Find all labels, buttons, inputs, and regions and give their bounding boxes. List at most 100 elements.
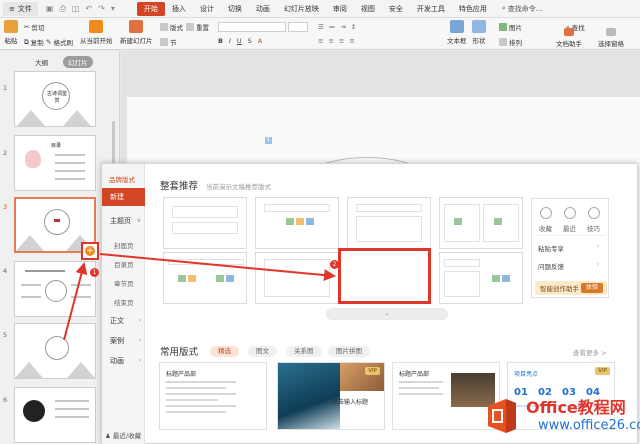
menu-bar: ≡ 文件 ▣ ⎙ ◫ ↶ ↷ ▾ 开始 插入 设计 切换 动画 幻灯片放映 审阅… bbox=[0, 0, 640, 18]
tab-outline[interactable]: 大纲 bbox=[30, 56, 53, 68]
from-current-button[interactable]: 从当前开始 bbox=[80, 20, 113, 45]
font-color-icon[interactable]: A bbox=[258, 37, 262, 45]
try-badge[interactable]: 体验 bbox=[580, 283, 603, 293]
tab-developer[interactable]: 开发工具 bbox=[410, 2, 452, 16]
sidebar-sub-end[interactable]: 结束页 bbox=[114, 297, 134, 307]
tab-animation[interactable]: 动画 bbox=[249, 2, 277, 16]
command-search[interactable]: ⌕ 查找命令... bbox=[502, 4, 543, 14]
shape-button[interactable]: 形状 bbox=[472, 20, 486, 45]
search-icon: ⌕ bbox=[501, 4, 506, 12]
save-icon[interactable]: ▣ bbox=[46, 4, 54, 14]
bold-icon[interactable]: B bbox=[218, 37, 223, 45]
step-badge-2: 2 bbox=[330, 260, 339, 269]
layout-template[interactable] bbox=[439, 197, 523, 249]
copy-button[interactable]: ⧉ 复制 bbox=[24, 37, 44, 48]
view-more-link[interactable]: 查看更多 > bbox=[573, 347, 607, 357]
layout-template[interactable] bbox=[255, 197, 339, 249]
reset-button[interactable]: 重置 bbox=[186, 22, 209, 32]
print-icon[interactable]: ⎙ bbox=[59, 4, 65, 14]
align-center-icon[interactable]: ≡ bbox=[328, 37, 333, 45]
slide-thumbnail-5[interactable] bbox=[14, 323, 96, 379]
tab-transition[interactable]: 切换 bbox=[221, 2, 249, 16]
tab-slides[interactable]: 幻灯片 bbox=[63, 56, 93, 68]
layout-card[interactable]: VIP 点击输入标题 bbox=[277, 362, 385, 430]
redo-icon[interactable]: ↷ bbox=[98, 4, 105, 14]
sidebar-item-theme[interactable]: 主题页 ∨ bbox=[102, 212, 145, 230]
section-button[interactable]: 节 bbox=[160, 37, 177, 47]
cut-button[interactable]: ✂ 剪切 bbox=[24, 22, 44, 32]
italic-icon[interactable]: I bbox=[229, 37, 231, 45]
sidebar-sub-chapter[interactable]: 章节页 bbox=[114, 278, 134, 288]
tab-start[interactable]: 开始 bbox=[136, 1, 165, 16]
numbering-icon[interactable]: ≔ bbox=[329, 23, 336, 31]
tab-review[interactable]: 审阅 bbox=[326, 2, 354, 16]
filter-relation[interactable]: 关系图 bbox=[286, 346, 322, 357]
textbox-button[interactable]: 文本框 bbox=[447, 20, 467, 45]
filter-puzzle[interactable]: 图片拼图 bbox=[328, 346, 370, 357]
sidebar-item-body[interactable]: 正文 › bbox=[102, 312, 145, 330]
circle-graphic bbox=[45, 280, 67, 302]
paste-button[interactable]: 粘贴 bbox=[4, 20, 18, 45]
file-menu[interactable]: ≡ 文件 bbox=[3, 1, 38, 16]
slide-thumbnail-6[interactable] bbox=[14, 387, 96, 443]
picture-button[interactable]: 图片 bbox=[499, 22, 522, 32]
undo-icon[interactable]: ↶ bbox=[85, 4, 92, 14]
layout-template[interactable] bbox=[347, 197, 431, 249]
preview-icon[interactable]: ◫ bbox=[72, 4, 80, 14]
sidebar-item-case[interactable]: 案例 › bbox=[102, 332, 145, 350]
paste-exclusive-link[interactable]: 粘贴专享 › bbox=[538, 243, 604, 253]
bullets-icon[interactable]: ☰ bbox=[318, 23, 324, 31]
sidebar-sub-toc[interactable]: 目录页 bbox=[114, 259, 134, 269]
ai-assistant-button[interactable]: 智能创作助手 体验 bbox=[535, 281, 607, 295]
collapse-toggle[interactable]: ⌄ bbox=[326, 308, 448, 320]
layout-template[interactable] bbox=[163, 252, 247, 304]
layout-template[interactable] bbox=[163, 197, 247, 249]
strike-icon[interactable]: S bbox=[248, 37, 252, 45]
align-left-icon[interactable]: ≡ bbox=[318, 37, 323, 45]
sidebar-item-animation[interactable]: 动画 › bbox=[102, 352, 145, 370]
tab-features[interactable]: 特色应用 bbox=[452, 2, 494, 16]
tab-slideshow[interactable]: 幻灯片放映 bbox=[277, 2, 326, 16]
mountain-graphic bbox=[16, 235, 44, 251]
sidebar-item-new[interactable]: 新建 bbox=[102, 188, 145, 206]
tab-design[interactable]: 设计 bbox=[193, 2, 221, 16]
tab-security[interactable]: 安全 bbox=[382, 2, 410, 16]
select-pane-button[interactable]: 选择窗格 bbox=[598, 28, 624, 48]
slide-thumbnail-2[interactable]: 目录 bbox=[14, 135, 96, 191]
tips-label: 技巧 bbox=[587, 225, 600, 233]
layout-button[interactable]: 版式 bbox=[160, 22, 183, 32]
tip-icon[interactable] bbox=[588, 207, 600, 219]
arrange-button[interactable]: 排列 bbox=[499, 37, 522, 47]
highlighted-layout-template[interactable] bbox=[338, 248, 431, 304]
font-name-select[interactable] bbox=[218, 22, 286, 32]
favorites-label: 收藏 bbox=[539, 225, 552, 233]
underline-icon[interactable]: U bbox=[237, 37, 242, 45]
text-assistant-button[interactable]: 文档助手 bbox=[556, 28, 582, 48]
layout-card[interactable]: 标题产品部 bbox=[159, 362, 267, 430]
new-slide-button[interactable]: 新建幻灯片 bbox=[120, 20, 153, 45]
font-size-select[interactable] bbox=[288, 22, 308, 32]
tab-view[interactable]: 视图 bbox=[354, 2, 382, 16]
filter-picture-text[interactable]: 图文 bbox=[248, 346, 277, 357]
slide-thumbnail-4[interactable] bbox=[14, 261, 96, 317]
recent-favorites-link[interactable]: ♟ 最近/收藏 bbox=[105, 430, 141, 440]
add-slide-button[interactable]: + bbox=[81, 242, 99, 260]
slide-thumbnail-1[interactable]: 古诗词鉴赏 bbox=[14, 71, 96, 127]
layout-template[interactable] bbox=[439, 252, 523, 304]
star-icon[interactable] bbox=[540, 207, 552, 219]
tab-insert[interactable]: 插入 bbox=[165, 2, 193, 16]
format-painter-button[interactable]: ✎ 格式刷 bbox=[46, 37, 73, 47]
line-spacing-icon[interactable]: ↕ bbox=[351, 23, 356, 31]
text-line bbox=[55, 154, 85, 156]
cursor-icon bbox=[606, 28, 616, 36]
layout-template[interactable] bbox=[255, 252, 339, 304]
feedback-link[interactable]: 问题反馈 › bbox=[538, 261, 604, 271]
filter-featured[interactable]: 精选 bbox=[210, 346, 239, 357]
sidebar-sub-cover[interactable]: 封面页 bbox=[114, 240, 134, 250]
align-right-icon[interactable]: ≡ bbox=[339, 37, 344, 45]
dropdown-icon[interactable]: ▾ bbox=[111, 4, 115, 14]
justify-icon[interactable]: ≡ bbox=[349, 37, 354, 45]
recent-label: 最近 bbox=[563, 225, 576, 233]
indent-icon[interactable]: ⇥ bbox=[340, 23, 345, 31]
clock-icon[interactable] bbox=[564, 207, 576, 219]
